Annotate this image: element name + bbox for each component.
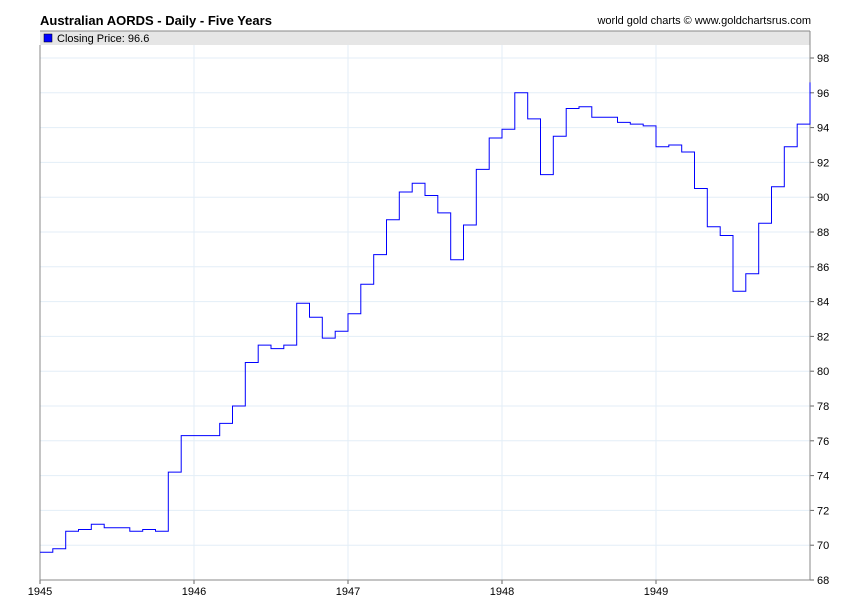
y-tick-label: 90	[817, 192, 829, 204]
legend-swatch	[43, 33, 53, 43]
y-tick-label: 96	[817, 88, 829, 100]
x-tick-label: 1945	[28, 586, 52, 598]
y-tick-label: 92	[817, 157, 829, 169]
y-tick-label: 72	[817, 505, 829, 517]
x-tick-label: 1947	[336, 586, 360, 598]
legend-bar	[40, 31, 810, 45]
y-tick-label: 98	[817, 53, 829, 65]
y-tick-label: 78	[817, 401, 829, 413]
y-tick-label: 88	[817, 227, 829, 239]
x-tick-label: 1946	[182, 586, 206, 598]
chart-container: Australian AORDS - Daily - Five Years wo…	[0, 0, 850, 616]
y-tick-label: 84	[817, 297, 829, 309]
y-tick-label: 82	[817, 331, 829, 343]
x-tick-label: 1949	[644, 586, 668, 598]
grid-lines	[40, 45, 810, 580]
y-tick-label: 94	[817, 123, 829, 135]
y-tick-label: 86	[817, 262, 829, 274]
y-tick-label: 74	[817, 471, 829, 483]
price-chart: Closing Price: 96.6 68 70 72 74 76 78 80 82 84 86…	[28, 30, 829, 598]
y-tick-label: 68	[817, 575, 829, 587]
x-tick-label: 1948	[490, 586, 514, 598]
y-tick-label: 76	[817, 436, 829, 448]
y-tick-label: 80	[817, 366, 829, 378]
axes: 68 70 72 74 76 78 80 82 84 86 88 90 92 94 96 98 1945 1946…	[28, 30, 829, 598]
y-tick-label: 70	[817, 540, 829, 552]
legend-label: Closing Price: 96.6	[57, 33, 149, 45]
closing-price-line	[40, 82, 811, 553]
